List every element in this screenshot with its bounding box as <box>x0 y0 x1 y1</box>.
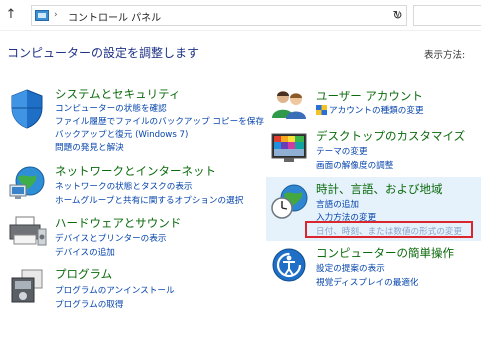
page-title: コンピューターの設定を調整します <box>7 46 200 60</box>
category-user-accounts[interactable]: ユーザー アカウント <box>316 88 423 104</box>
programs-icon[interactable] <box>8 268 46 304</box>
desktop-customization-icon[interactable] <box>270 130 308 166</box>
view-by-label: 表示方法: <box>424 50 466 61</box>
link-suggested-settings[interactable]: 設定の提案の表示 <box>316 262 385 274</box>
address-field[interactable]: › コントロール パネル ∨ <box>31 5 407 26</box>
annotation-highlight-box <box>305 221 473 238</box>
search-input[interactable] <box>413 5 481 26</box>
link-add-device[interactable]: デバイスの追加 <box>55 246 115 258</box>
network-globe-icon[interactable] <box>8 165 48 201</box>
control-panel-icon <box>35 10 49 21</box>
category-desktop-customization[interactable]: デスクトップのカスタマイズ <box>316 128 465 144</box>
printer-icon[interactable] <box>8 215 48 249</box>
category-system-security[interactable]: システムとセキュリティ <box>55 86 180 102</box>
uac-shield-icon <box>316 105 327 115</box>
link-find-fix-problems[interactable]: 問題の発見と解決 <box>55 141 124 153</box>
clock-globe-icon[interactable] <box>270 184 310 220</box>
category-ease-of-access[interactable]: コンピューターの簡単操作 <box>316 245 454 261</box>
address-bar: ↑ › コントロール パネル ∨ ↻ <box>0 0 481 31</box>
link-adjust-resolution[interactable]: 画面の解像度の調整 <box>316 159 393 171</box>
link-check-computer-status[interactable]: コンピューターの状態を確認 <box>55 102 167 114</box>
shield-icon[interactable] <box>8 88 46 130</box>
link-optimize-visual-display[interactable]: 視覚ディスプレイの最適化 <box>316 276 419 288</box>
link-uninstall-program[interactable]: プログラムのアンインストール <box>55 284 175 296</box>
link-network-status-tasks[interactable]: ネットワークの状態とタスクの表示 <box>55 180 193 192</box>
breadcrumb-chevron-icon[interactable]: › <box>54 10 58 20</box>
category-network-internet[interactable]: ネットワークとインターネット <box>55 163 216 179</box>
link-add-language[interactable]: 言語の追加 <box>316 198 359 210</box>
up-arrow-icon[interactable]: ↑ <box>4 7 18 23</box>
category-programs[interactable]: プログラム <box>55 266 112 282</box>
user-accounts-icon[interactable] <box>270 88 308 120</box>
link-change-account-type[interactable]: アカウントの種類の変更 <box>329 104 424 116</box>
link-file-history-backup[interactable]: ファイル履歴でファイルのバックアップ コピーを保存 <box>55 115 264 127</box>
link-devices-printers[interactable]: デバイスとプリンターの表示 <box>55 232 166 244</box>
category-hardware-sound[interactable]: ハードウェアとサウンド <box>55 215 181 231</box>
breadcrumb-control-panel[interactable]: コントロール パネル <box>68 9 161 24</box>
link-backup-restore[interactable]: バックアップと復元 (Windows 7) <box>55 128 188 140</box>
category-clock-language-region[interactable]: 時計、言語、および地域 <box>316 181 443 197</box>
link-homegroup-sharing[interactable]: ホームグループと共有に関するオプションの選択 <box>55 194 243 206</box>
link-change-theme[interactable]: テーマの変更 <box>316 145 368 157</box>
refresh-button[interactable]: ↻ <box>389 5 407 26</box>
link-get-programs[interactable]: プログラムの取得 <box>55 298 124 310</box>
ease-of-access-icon[interactable] <box>270 246 308 284</box>
